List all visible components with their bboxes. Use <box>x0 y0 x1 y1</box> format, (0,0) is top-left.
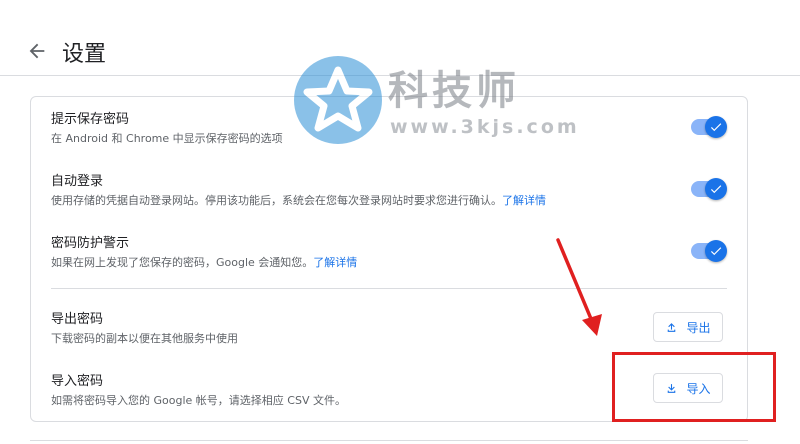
auto-signin-learn-more-link[interactable]: 了解详情 <box>502 194 546 207</box>
upload-icon <box>668 322 676 332</box>
export-passwords-title: 导出密码 <box>51 312 104 327</box>
export-button[interactable]: 导出 <box>653 312 723 342</box>
leak-alerts-subtitle: 如果在网上发现了您保存的密码，Google 会通知您。了解详情 <box>51 255 727 271</box>
leak-alerts-toggle[interactable] <box>691 240 727 262</box>
back-button[interactable] <box>26 40 48 62</box>
auto-signin-subtitle-text: 使用存储的凭据自动登录网站。停用该功能后，系统会在您每次登录网站时要求您进行确认… <box>51 194 502 207</box>
check-icon <box>710 247 722 256</box>
section-divider <box>51 288 727 289</box>
watermark-url: www.3kjs.com <box>390 116 580 138</box>
auto-signin-row: 自动登录 使用存储的凭据自动登录网站。停用该功能后，系统会在您每次登录网站时要求… <box>51 173 727 209</box>
arrow-left-icon <box>29 43 45 59</box>
watermark: 科技师 www.3kjs.com <box>292 52 577 148</box>
watermark-title: 科技师 <box>388 68 520 114</box>
export-passwords-row: 导出密码 下载密码的副本以便在其他服务中使用 <box>51 311 727 347</box>
check-icon <box>710 123 722 132</box>
toggle-knob <box>705 240 727 262</box>
auto-signin-toggle[interactable] <box>691 178 727 200</box>
red-highlight-box <box>612 352 776 422</box>
leak-alerts-subtitle-text: 如果在网上发现了您保存的密码，Google 会通知您。 <box>51 256 314 269</box>
auto-signin-title: 自动登录 <box>51 174 104 189</box>
export-button-label: 导出 <box>686 320 711 335</box>
red-arrow-annotation <box>556 238 602 336</box>
leak-alerts-learn-more-link[interactable]: 了解详情 <box>313 256 357 269</box>
offer-to-save-toggle[interactable] <box>691 116 727 138</box>
leak-alerts-title: 密码防护警示 <box>51 236 130 251</box>
export-passwords-subtitle: 下载密码的副本以便在其他服务中使用 <box>51 332 238 345</box>
star-logo-icon <box>294 56 382 144</box>
toggle-knob <box>705 178 727 200</box>
bottom-divider <box>30 440 748 441</box>
check-icon <box>710 185 722 194</box>
auto-signin-subtitle: 使用存储的凭据自动登录网站。停用该功能后，系统会在您每次登录网站时要求您进行确认… <box>51 193 727 209</box>
page-title: 设置 <box>62 42 107 67</box>
leak-alerts-row: 密码防护警示 如果在网上发现了您保存的密码，Google 会通知您。了解详情 <box>51 235 727 271</box>
toggle-knob <box>705 116 727 138</box>
